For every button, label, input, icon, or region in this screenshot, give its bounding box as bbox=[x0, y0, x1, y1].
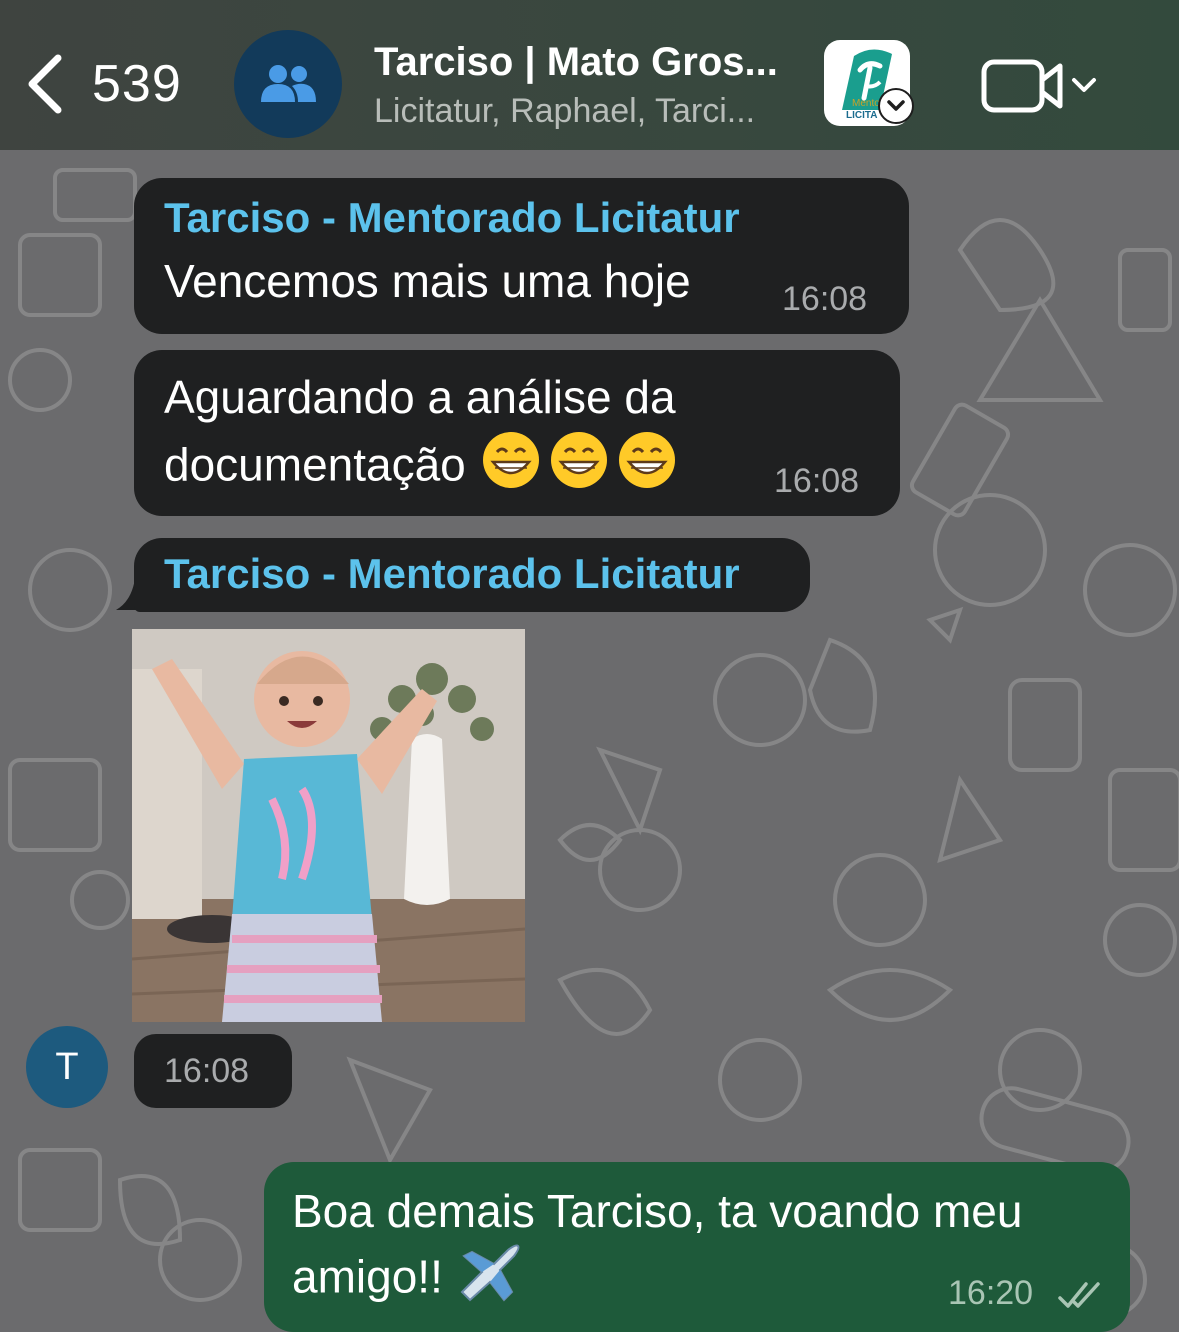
message-text-line: Boa demais Tarciso, ta voando meu bbox=[292, 1185, 1023, 1237]
chat-participants[interactable]: Licitatur, Raphael, Tarci... bbox=[374, 92, 755, 131]
incoming-message-bubble[interactable]: Tarciso - Mentorado Licitatur Vencemos m… bbox=[134, 178, 909, 334]
svg-text:Mento: Mento bbox=[852, 98, 880, 109]
read-receipt-icon bbox=[1058, 1282, 1100, 1308]
sender-name[interactable]: Tarciso - Mentorado Licitatur bbox=[164, 550, 740, 598]
message-time: 16:20 bbox=[948, 1274, 1034, 1312]
message-text-fragment: amigo!! bbox=[292, 1250, 443, 1303]
message-time: 16:08 bbox=[774, 462, 860, 500]
message-text-line-2: amigo!! bbox=[292, 1242, 522, 1319]
message-text-line: Aguardando a análise da bbox=[164, 371, 676, 423]
group-avatar[interactable] bbox=[234, 30, 342, 138]
sender-avatar[interactable]: T bbox=[26, 1026, 108, 1108]
message-text: Vencemos mais uma hoje bbox=[164, 255, 691, 307]
app-dropdown-badge[interactable] bbox=[878, 88, 914, 124]
media-time-bubble: 16:08 bbox=[134, 1034, 292, 1108]
message-time: 16:08 bbox=[164, 1052, 250, 1090]
sender-name[interactable]: Tarciso - Mentorado Licitatur bbox=[164, 194, 740, 242]
incoming-message-bubble[interactable]: Aguardando a análise da documentação 16:… bbox=[134, 350, 900, 516]
grinning-emoji-icon bbox=[479, 430, 679, 507]
group-icon bbox=[261, 65, 316, 102]
message-text-fragment: documentação bbox=[164, 438, 466, 491]
baby-dancing-gif-image bbox=[132, 629, 525, 1022]
back-chevron-icon[interactable] bbox=[22, 52, 72, 116]
unread-count[interactable]: 539 bbox=[92, 54, 182, 114]
svg-text:LICITA: LICITA bbox=[846, 110, 877, 121]
video-call-icon[interactable] bbox=[980, 56, 1104, 116]
gif-media[interactable] bbox=[132, 629, 525, 1022]
outgoing-message-bubble[interactable]: Boa demais Tarciso, ta voando meu amigo!… bbox=[264, 1162, 1130, 1332]
emoji-row-icon bbox=[482, 432, 675, 488]
incoming-message-bubble[interactable]: Tarciso - Mentorado Licitatur bbox=[134, 538, 810, 612]
chat-title[interactable]: Tarciso | Mato Gros... bbox=[374, 40, 778, 85]
chevron-down-icon bbox=[887, 100, 905, 111]
chat-header: 539 Tarciso | Mato Gros... Licitatur, Ra… bbox=[0, 0, 1179, 150]
message-time: 16:08 bbox=[782, 280, 868, 318]
message-text-line-2: documentação bbox=[164, 430, 679, 507]
airplane-emoji-icon bbox=[456, 1242, 522, 1319]
